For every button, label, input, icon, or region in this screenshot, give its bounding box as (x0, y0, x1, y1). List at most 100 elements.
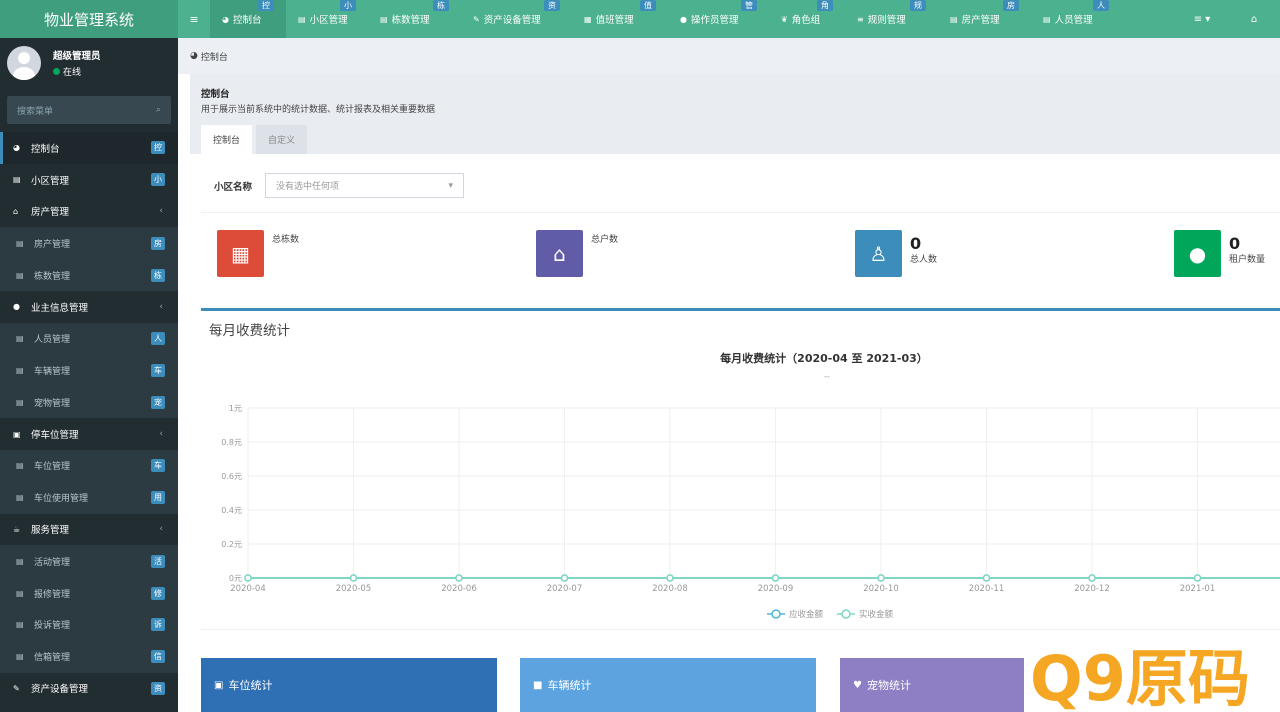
parking-stats-box[interactable]: ▣ 车位统计 (201, 658, 497, 712)
dashboard-icon: ◕ (190, 51, 198, 61)
sidebar-item-12[interactable]: ☕ 服务管理 ‹ (0, 514, 178, 546)
user-name: 超级管理员 (53, 51, 101, 62)
chart-point (666, 574, 674, 582)
nav-tab-5[interactable]: ● 操作员管理管 (668, 0, 769, 38)
tab-dashboard[interactable]: 控制台 (201, 125, 253, 154)
sidebar-badge: 信 (151, 650, 165, 664)
breadcrumb-item[interactable]: 控制台 (201, 50, 228, 63)
nav-tabs: ◕ 控制台控 ▤ 小区管理小 ▤ 栋数管理栋 ✎ 资产设备管理资 ▦ 值班管理值 ● 操作员管理管 ❦ 角… (210, 0, 1121, 38)
app-logo[interactable]: 物业管理系统 (0, 0, 178, 38)
sidebar-item-11[interactable]: ▤ 车位使用管理用 (0, 481, 178, 514)
sidebar-item-8[interactable]: ▤ 宠物管理宠 (0, 386, 178, 419)
sidebar-menu: ◕ 控制台控 ▤ 小区管理小 ⌂ 房产管理 ‹ ▤ 房产管理房 ▤ 栋数管理栋 ● 业主信息管理 ‹ ▤ 人员… (0, 132, 178, 705)
nav-tab-9[interactable]: ▤ 人员管理人 (1031, 0, 1121, 38)
sidebar-toggle-button[interactable]: ≡ (178, 0, 210, 38)
chart-point (982, 574, 991, 582)
vehicle-stats-box[interactable]: ■ 车辆统计 (520, 658, 816, 712)
sidebar-badge: 车 (151, 459, 165, 473)
community-select[interactable]: 没有选中任何项 ▾ (265, 173, 465, 198)
main-content: ◕ 控制台 控制台 用于展示当前系统中的统计数据、统计报表及相关重要数据 控制台… (178, 38, 1280, 712)
nav-tab-8[interactable]: ▤ 房产管理房 (938, 0, 1031, 38)
stat-label: 总人数 (910, 255, 938, 265)
filter-label: 小区名称 (214, 181, 253, 193)
nav-tab-3[interactable]: ✎ 资产设备管理资 (461, 0, 572, 38)
list-icon: ▤ (950, 14, 958, 24)
list-icon: ▤ (16, 461, 24, 471)
watermark-text: Q9原码 (1030, 642, 1250, 712)
sidebar-badge: 栋 (151, 268, 165, 282)
nav-tab-7[interactable]: ≡ 规则管理规 (845, 0, 938, 38)
nav-tab-6[interactable]: ❦ 角色组角 (769, 0, 845, 38)
sidebar-item-17[interactable]: ✎ 资产设备管理资 (0, 672, 178, 705)
more-menu-button[interactable]: ≡ ▾ (1176, 0, 1228, 38)
truck-icon: ■ (533, 679, 543, 691)
chart-y-tick-label: 0.4元 (221, 506, 242, 515)
sidebar-badge: 用 (151, 491, 165, 505)
chart-title: 每月收费统计（2020-04 至 2021-03） (720, 351, 928, 365)
sidebar-item-4[interactable]: ▤ 栋数管理栋 (0, 259, 178, 291)
sidebar-item-5[interactable]: ● 业主信息管理 ‹ (0, 291, 178, 323)
chart-x-tick-label: 2020-04 (230, 584, 266, 594)
nav-tab-badge: 栋 (433, 0, 449, 11)
sidebar-item-0[interactable]: ◕ 控制台控 (0, 132, 178, 164)
list-icon: ▤ (16, 588, 24, 598)
user-panel: 超级管理员 在线 (0, 38, 178, 88)
page-description: 用于展示当前系统中的统计数据、统计报表及相关重要数据 (201, 105, 436, 115)
sidebar-item-6[interactable]: ▤ 人员管理人 (0, 322, 178, 355)
watermark-logo: Q9原码 (1024, 636, 1280, 712)
chart-subtitle: -- (824, 372, 830, 381)
tab-custom[interactable]: 自定义 (256, 125, 308, 154)
nav-tab-badge: 控 (258, 0, 274, 11)
legend-marker (771, 609, 781, 619)
film-icon: ▣ (13, 429, 21, 439)
sidebar-item-13[interactable]: ▤ 活动管理活 (0, 545, 178, 578)
wrench-icon: ✎ (473, 14, 480, 24)
list-icon: ▤ (16, 556, 24, 566)
sidebar-badge: 资 (151, 681, 165, 695)
nav-tab-badge: 房 (1003, 0, 1019, 11)
chart-point (560, 574, 569, 582)
nav-tab-1[interactable]: ▤ 小区管理小 (286, 0, 368, 38)
legend-marker (841, 609, 851, 619)
sidebar-item-2[interactable]: ⌂ 房产管理 ‹ (0, 196, 178, 228)
chevron-left-icon: ‹ (159, 206, 163, 217)
user-icon: ● (680, 14, 687, 24)
chart-y-tick-label: 0元 (229, 574, 242, 583)
chart-x-tick-label: 2021-01 (1180, 584, 1216, 594)
chart-x-tick-label: 2020-06 (441, 584, 477, 594)
list-icon: ▤ (13, 175, 21, 185)
list-icon: ▤ (16, 334, 24, 344)
chevron-left-icon: ‹ (159, 524, 163, 535)
sidebar-badge: 诉 (151, 618, 165, 632)
stat-total-people: ♙ 0 总人数 (855, 226, 937, 296)
sidebar-item-16[interactable]: ▤ 信箱管理信 (0, 640, 178, 673)
sidebar-item-9[interactable]: ▣ 停车位管理 ‹ (0, 418, 178, 450)
list-icon: ▤ (380, 14, 388, 24)
nav-tab-2[interactable]: ▤ 栋数管理栋 (368, 0, 461, 38)
chart-y-tick-label: 0.8元 (221, 438, 242, 447)
sidebar-item-10[interactable]: ▤ 车位管理车 (0, 449, 178, 482)
sidebar-item-1[interactable]: ▤ 小区管理小 (0, 163, 178, 196)
sidebar-badge: 人 (151, 332, 165, 346)
wrench-icon: ✎ (13, 683, 20, 693)
sidebar-item-7[interactable]: ▤ 车辆管理车 (0, 354, 178, 387)
nav-tab-4[interactable]: ▦ 值班管理值 (572, 0, 668, 38)
chart-y-tick-label: 0.2元 (221, 540, 242, 549)
avatar (7, 46, 41, 80)
sidebar-badge: 房 (151, 236, 165, 250)
user-icon: ● (13, 302, 20, 312)
sidebar-item-3[interactable]: ▤ 房产管理房 (0, 227, 178, 260)
sidebar-item-15[interactable]: ▤ 投诉管理诉 (0, 608, 178, 641)
nav-tab-0[interactable]: ◕ 控制台控 (210, 0, 286, 38)
chart-point (771, 574, 780, 582)
sidebar-search-input[interactable]: 搜索菜单 ⌕ (7, 96, 171, 124)
sidebar-item-14[interactable]: ▤ 报修管理修 (0, 577, 178, 609)
chart-x-tick-label: 2020-05 (336, 584, 372, 594)
home-button[interactable]: ⌂ (1228, 0, 1280, 38)
chart-point (1193, 574, 1202, 582)
home-icon: ⌂ (13, 206, 19, 216)
nav-tab-badge: 小 (340, 0, 356, 11)
bars-icon: ≡ (857, 14, 864, 24)
chart-y-tick-label: 1元 (229, 404, 242, 413)
nav-tab-badge: 管 (741, 0, 757, 11)
